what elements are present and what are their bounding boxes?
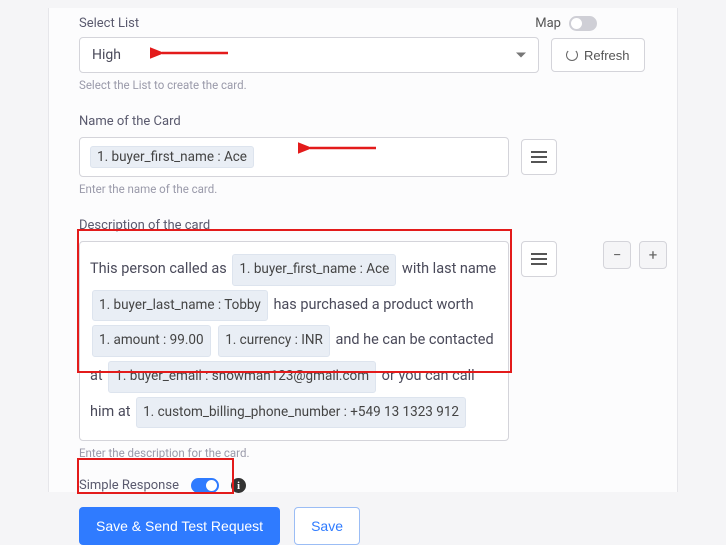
select-list-header: Select List Map — [79, 16, 647, 31]
select-list-dropdown[interactable]: High — [79, 37, 539, 73]
info-icon[interactable]: i — [231, 478, 246, 493]
select-list-helper: Select the List to create the card. — [79, 78, 647, 92]
add-button[interactable]: + — [639, 241, 667, 269]
save-button[interactable]: Save — [294, 507, 360, 545]
chevron-down-icon — [516, 53, 526, 58]
description-helper: Enter the description for the card. — [79, 446, 647, 460]
desc-token-5[interactable]: 1. buyer_email : snowman123@gmail.com — [108, 361, 376, 393]
desc-token-3[interactable]: 1. amount : 99.00 — [92, 325, 211, 357]
card-name-input[interactable]: 1. buyer_first_name : Ace — [79, 137, 509, 177]
refresh-icon — [566, 49, 578, 61]
select-list-label: Select List — [79, 16, 139, 31]
desc-token-6[interactable]: 1. custom_billing_phone_number : +549 13… — [136, 397, 466, 429]
description-mapper-button[interactable] — [521, 241, 557, 277]
simple-response-toggle[interactable] — [191, 478, 219, 493]
simple-response-label: Simple Response — [79, 478, 179, 493]
map-label: Map — [535, 16, 561, 31]
card-name-helper: Enter the name of the card. — [79, 182, 647, 196]
card-name-section: Name of the Card 1. buyer_first_name : A… — [79, 114, 647, 196]
desc-text-3: has purchased a product worth — [273, 296, 473, 313]
description-input[interactable]: This person called as 1. buyer_first_nam… — [79, 241, 509, 441]
select-list-row: High Refresh — [79, 37, 647, 73]
desc-token-2[interactable]: 1. buyer_last_name : Tobby — [92, 290, 268, 322]
desc-text-1: This person called as — [90, 260, 227, 277]
remove-button[interactable]: − — [603, 241, 631, 269]
simple-response-row: Simple Response i — [79, 478, 647, 493]
refresh-label: Refresh — [584, 48, 630, 63]
desc-token-1[interactable]: 1. buyer_first_name : Ace — [232, 254, 396, 286]
select-list-value: High — [92, 47, 121, 63]
save-send-button[interactable]: Save & Send Test Request — [79, 507, 280, 545]
card-name-label: Name of the Card — [79, 114, 647, 129]
desc-token-4[interactable]: 1. currency : INR — [218, 325, 330, 357]
add-remove-controls: − + — [603, 241, 667, 269]
map-toggle-area: Map — [535, 16, 597, 31]
form-card: Select List Map High Refresh Select the … — [48, 8, 678, 492]
refresh-button[interactable]: Refresh — [551, 38, 645, 72]
card-name-mapper-button[interactable] — [521, 139, 557, 175]
map-toggle[interactable] — [569, 16, 597, 31]
button-row: Save & Send Test Request Save — [79, 507, 647, 545]
card-name-token[interactable]: 1. buyer_first_name : Ace — [90, 146, 254, 168]
description-section: Description of the card This person call… — [79, 218, 647, 460]
description-label: Description of the card — [79, 218, 647, 233]
desc-text-2: with last name — [402, 260, 496, 277]
